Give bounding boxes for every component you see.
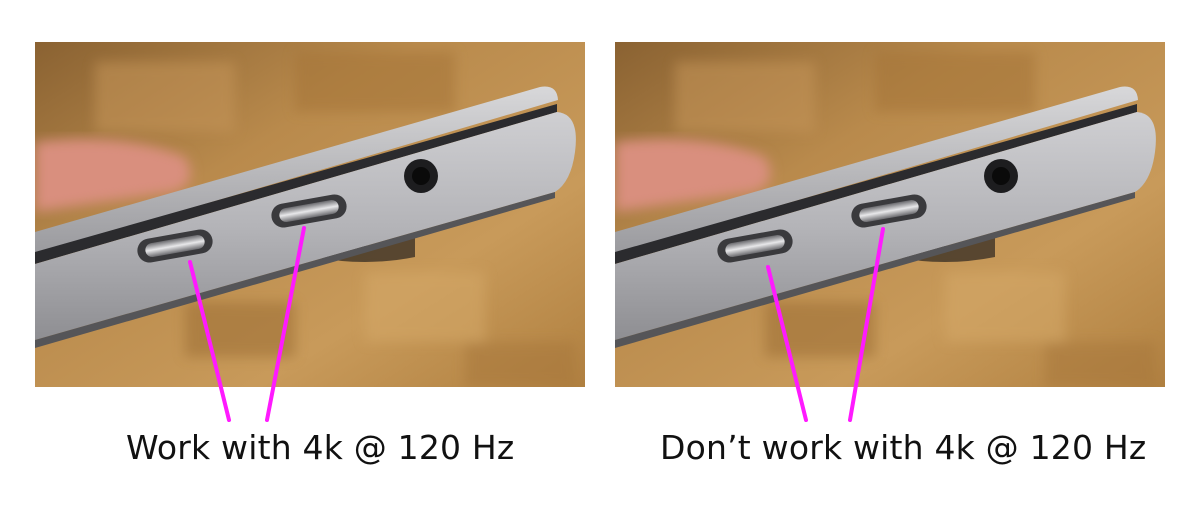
headphone-jack — [984, 159, 1018, 193]
photo-left — [35, 42, 585, 387]
headphone-jack — [404, 159, 438, 193]
caption-left: Work with 4k @ 120 Hz — [126, 428, 515, 467]
photo-right — [615, 42, 1165, 387]
caption-right: Don’t work with 4k @ 120 Hz — [660, 428, 1147, 467]
